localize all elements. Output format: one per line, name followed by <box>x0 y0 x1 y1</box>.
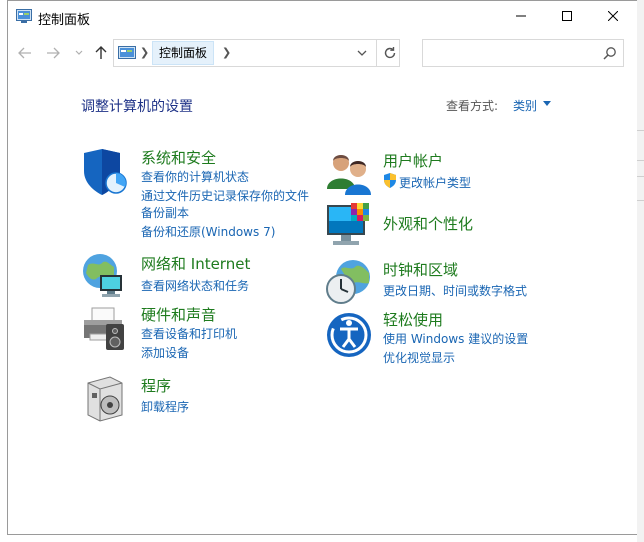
close-button[interactable] <box>590 1 636 31</box>
divider <box>637 160 644 161</box>
category-title-system-security[interactable]: 系统和安全 <box>141 147 216 168</box>
shield-icon[interactable] <box>80 147 130 197</box>
search-input[interactable] <box>427 43 601 65</box>
control-panel-window: 控制面板 ❯ 控制面板 ❯ 调整计算机的设置 查看方式: 类别 系统和安全 查看… <box>7 0 644 535</box>
view-by-label: 查看方式: <box>446 99 499 113</box>
arrow-right-icon <box>47 47 60 59</box>
link-add-device[interactable]: 添加设备 <box>141 344 189 361</box>
category-title-hardware-sound[interactable]: 硬件和声音 <box>141 304 216 325</box>
category-title-ease-of-access[interactable]: 轻松使用 <box>383 309 443 330</box>
recent-locations-button[interactable] <box>72 43 86 63</box>
category-title-appearance[interactable]: 外观和个性化 <box>383 213 473 234</box>
printer-icon[interactable] <box>80 304 130 354</box>
link-file-history[interactable]: 通过文件历史记录保存你的文件 <box>141 187 309 204</box>
link-uninstall-program[interactable]: 卸载程序 <box>141 398 189 415</box>
link-recommended-settings[interactable]: 使用 Windows 建议的设置 <box>383 330 528 347</box>
arrow-left-icon <box>18 47 31 59</box>
breadcrumb-control-panel[interactable]: 控制面板 <box>152 41 215 65</box>
window-title: 控制面板 <box>38 13 91 28</box>
divider <box>637 200 644 201</box>
link-change-account-type[interactable]: 更改帐户类型 <box>399 174 471 191</box>
search-icon[interactable] <box>603 46 617 60</box>
category-title-clock-region[interactable]: 时钟和区域 <box>383 259 458 280</box>
link-change-date-time[interactable]: 更改日期、时间或数字格式 <box>383 282 527 299</box>
arrow-up-icon <box>95 46 107 59</box>
view-by-dropdown[interactable]: 类别 <box>513 97 537 114</box>
address-bar[interactable]: ❯ 控制面板 ❯ <box>113 39 400 67</box>
page-title: 调整计算机的设置 <box>81 99 193 115</box>
chevron-down-icon <box>75 50 83 55</box>
caret-down-icon[interactable] <box>543 101 551 106</box>
minimize-button[interactable] <box>498 1 544 31</box>
title-bar: 控制面板 <box>8 1 643 33</box>
control-panel-icon <box>118 46 136 59</box>
background-window-edge <box>637 0 644 542</box>
uac-shield-icon <box>384 173 396 188</box>
close-icon <box>608 11 618 21</box>
up-button[interactable] <box>90 43 112 63</box>
category-title-user-accounts[interactable]: 用户帐户 <box>383 150 443 171</box>
link-backup-restore[interactable]: 备份和还原(Windows 7) <box>141 223 275 240</box>
users-icon[interactable] <box>325 149 375 199</box>
link-backup-copy[interactable]: 备份副本 <box>141 204 189 221</box>
link-network-status[interactable]: 查看网络状态和任务 <box>141 277 249 294</box>
appearance-monitor-icon[interactable] <box>325 201 375 251</box>
divider <box>637 176 644 177</box>
breadcrumb-separator-icon[interactable]: ❯ <box>222 46 231 59</box>
address-dropdown-button[interactable] <box>354 45 370 61</box>
link-devices-printers[interactable]: 查看设备和打印机 <box>141 325 237 342</box>
minimize-icon <box>516 15 526 17</box>
forward-button[interactable] <box>42 43 64 63</box>
refresh-icon <box>384 47 396 59</box>
divider <box>637 130 644 131</box>
ease-of-access-icon[interactable] <box>325 311 375 361</box>
category-title-network[interactable]: 网络和 Internet <box>141 253 250 274</box>
refresh-button[interactable] <box>380 43 400 63</box>
link-optimize-display[interactable]: 优化视觉显示 <box>383 349 455 366</box>
network-globe-icon[interactable] <box>80 251 130 301</box>
back-button[interactable] <box>14 43 36 63</box>
programs-icon[interactable] <box>80 373 130 423</box>
control-panel-icon <box>16 9 32 23</box>
category-title-programs[interactable]: 程序 <box>141 375 171 396</box>
maximize-button[interactable] <box>544 1 590 31</box>
chevron-down-icon <box>357 50 367 56</box>
divider <box>376 40 377 66</box>
search-box[interactable] <box>422 39 624 67</box>
maximize-icon <box>562 11 572 21</box>
navigation-bar: ❯ 控制面板 ❯ <box>8 35 643 71</box>
link-view-computer-status[interactable]: 查看你的计算机状态 <box>141 168 249 185</box>
breadcrumb-separator-icon[interactable]: ❯ <box>140 46 149 59</box>
clock-globe-icon[interactable] <box>325 257 375 307</box>
